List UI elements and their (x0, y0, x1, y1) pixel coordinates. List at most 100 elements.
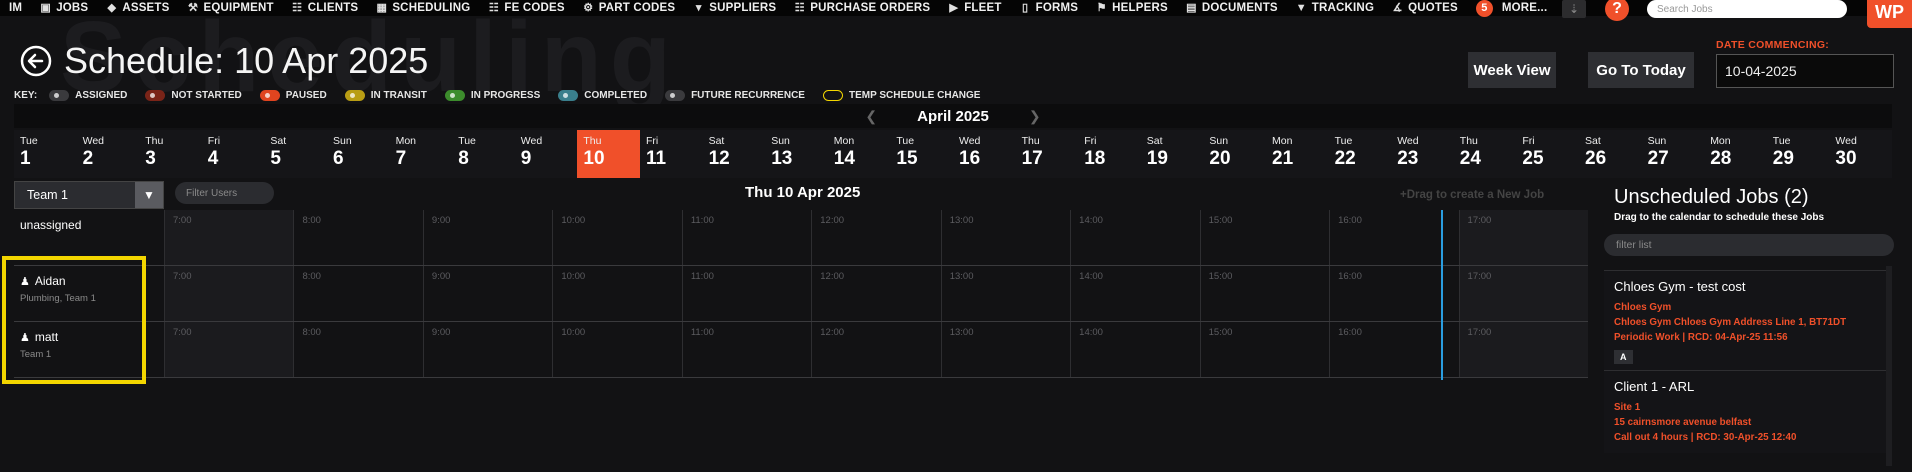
nav-item-im[interactable]: IM (0, 0, 31, 16)
panel-scrollbar[interactable] (1886, 266, 1892, 466)
day-cell[interactable]: Sat 5 (264, 130, 327, 178)
time-slot[interactable]: 14:00 (1070, 210, 1199, 265)
time-slot[interactable]: 13:00 (940, 322, 1070, 377)
day-cell[interactable]: Wed 16 (953, 130, 1016, 178)
time-slot[interactable]: 12:00 (811, 210, 940, 265)
day-cell[interactable]: Sun 20 (1203, 130, 1266, 178)
day-cell[interactable]: Fri 25 (1516, 130, 1579, 178)
nav-item-helpers[interactable]: ⚑ HELPERS (1087, 0, 1177, 16)
nav-item-part-codes[interactable]: ⚙ PART CODES (574, 0, 685, 16)
day-cell[interactable]: Tue 1 (14, 130, 77, 178)
date-commencing-input[interactable] (1716, 54, 1894, 88)
day-cell[interactable]: Tue 29 (1767, 130, 1830, 178)
day-cell[interactable]: Mon 14 (828, 130, 891, 178)
nav-item-jobs[interactable]: ▣ JOBS (31, 0, 97, 16)
unscheduled-job-card[interactable]: Client 1 - ARL Site 1 15 cairnsmore avenue… (1604, 370, 1892, 453)
day-cell[interactable]: Thu 24 (1454, 130, 1517, 178)
nav-item-assets[interactable]: ◆ ASSETS (97, 0, 178, 16)
time-slot[interactable]: 16:00 (1329, 266, 1458, 321)
day-cell[interactable]: Tue 8 (452, 130, 515, 178)
time-slot[interactable]: 12:00 (811, 266, 940, 321)
team-select[interactable]: Team 1 ▼ (14, 181, 164, 209)
week-view-button[interactable]: Week View (1468, 52, 1556, 88)
time-slot[interactable]: 16:00 (1329, 322, 1458, 377)
chevron-down-icon[interactable]: ▼ (135, 182, 163, 208)
day-cell[interactable]: Sun 13 (765, 130, 828, 178)
time-slot[interactable]: 10:00 (552, 210, 681, 265)
time-slot[interactable]: 9:00 (422, 266, 552, 321)
time-slot[interactable]: 15:00 (1199, 210, 1329, 265)
search-jobs-input[interactable] (1647, 0, 1847, 18)
time-slot[interactable]: 16:00 (1329, 210, 1458, 265)
day-cell[interactable]: Fri 11 (640, 130, 703, 178)
day-cell[interactable]: Mon 28 (1704, 130, 1767, 178)
nav-item-scheduling[interactable]: ▦ SCHEDULING (367, 0, 479, 16)
day-cell[interactable]: Mon 7 (390, 130, 453, 178)
day-cell[interactable]: Fri 18 (1078, 130, 1141, 178)
time-slot[interactable]: 9:00 (422, 210, 552, 265)
unscheduled-filter-input[interactable] (1604, 234, 1894, 256)
time-slot[interactable]: 17:00 (1458, 210, 1588, 265)
nav-item-clients[interactable]: ☷ CLIENTS (283, 0, 368, 16)
nav-item-fe-codes[interactable]: ☷ FE CODES (479, 0, 573, 16)
time-slot[interactable]: 9:00 (422, 322, 552, 377)
nav-item-fleet[interactable]: ▶ FLEET (939, 0, 1010, 16)
time-slot[interactable]: 7:00 (164, 266, 294, 321)
nav-item-tracking[interactable]: ▼ TRACKING (1287, 0, 1383, 16)
time-slot[interactable]: 17:00 (1458, 266, 1588, 321)
day-cell[interactable]: Wed 23 (1391, 130, 1454, 178)
time-slot[interactable]: 13:00 (940, 266, 1070, 321)
day-cell[interactable]: Sun 27 (1642, 130, 1705, 178)
time-slot[interactable]: 14:00 (1070, 322, 1199, 377)
time-slot[interactable]: 8:00 (293, 266, 422, 321)
time-slot[interactable]: 10:00 (552, 322, 681, 377)
download-icon[interactable]: ⇣ (1562, 0, 1586, 18)
day-name: Fri (1084, 135, 1097, 147)
nav-item-forms[interactable]: ▯ FORMS (1011, 0, 1088, 16)
day-cell[interactable]: Tue 22 (1329, 130, 1392, 178)
time-slot[interactable]: 8:00 (293, 210, 422, 265)
time-slot[interactable]: 11:00 (681, 322, 811, 377)
nav-item-suppliers[interactable]: ▾ SUPPLIERS (684, 0, 785, 16)
day-cell[interactable]: Sat 19 (1141, 130, 1204, 178)
time-slot[interactable]: 11:00 (681, 210, 811, 265)
next-month-icon[interactable]: ❯ (1029, 108, 1041, 125)
time-slot[interactable]: 14:00 (1070, 266, 1199, 321)
time-slot[interactable]: 13:00 (940, 210, 1070, 265)
time-slot[interactable]: 10:00 (552, 266, 681, 321)
day-cell[interactable]: Thu 10 (577, 130, 640, 178)
time-slot[interactable]: 17:00 (1458, 322, 1588, 377)
nav-item-more[interactable]: 5 MORE... (1467, 0, 1557, 17)
nav-item-equipment[interactable]: ⚒ EQUIPMENT (179, 0, 283, 16)
filter-users-input[interactable] (175, 182, 274, 204)
nav-item-purchase-orders[interactable]: ☷ PURCHASE ORDERS (785, 0, 939, 16)
day-cell[interactable]: Thu 3 (139, 130, 202, 178)
time-label: 15:00 (1208, 327, 1233, 338)
day-number: 16 (959, 148, 981, 169)
day-cell[interactable]: Sun 6 (327, 130, 390, 178)
paperclip-icon: ∡ (1392, 1, 1403, 14)
time-slot[interactable]: 12:00 (811, 322, 940, 377)
day-cell[interactable]: Tue 15 (890, 130, 953, 178)
time-slot[interactable]: 7:00 (164, 210, 294, 265)
day-cell[interactable]: Wed 9 (515, 130, 578, 178)
nav-item-documents[interactable]: ▤ DOCUMENTS (1177, 0, 1287, 16)
time-slot[interactable]: 15:00 (1199, 266, 1329, 321)
time-slot[interactable]: 8:00 (293, 322, 422, 377)
go-to-today-button[interactable]: Go To Today (1588, 52, 1694, 88)
day-cell[interactable]: Sat 12 (703, 130, 766, 178)
nav-item-quotes[interactable]: ∡ QUOTES (1383, 0, 1467, 16)
day-cell[interactable]: Mon 21 (1266, 130, 1329, 178)
day-cell[interactable]: Thu 17 (1016, 130, 1079, 178)
help-icon[interactable]: ? (1605, 0, 1629, 21)
prev-month-icon[interactable]: ❮ (865, 108, 877, 125)
time-slot[interactable]: 7:00 (164, 322, 294, 377)
day-cell[interactable]: Wed 30 (1829, 130, 1892, 178)
day-cell[interactable]: Fri 4 (202, 130, 265, 178)
day-cell[interactable]: Sat 26 (1579, 130, 1642, 178)
back-arrow-icon[interactable] (20, 45, 52, 77)
time-slot[interactable]: 11:00 (681, 266, 811, 321)
unscheduled-job-card[interactable]: Chloes Gym - test cost Chloes Gym Chloes G… (1604, 270, 1892, 373)
time-slot[interactable]: 15:00 (1199, 322, 1329, 377)
day-cell[interactable]: Wed 2 (77, 130, 140, 178)
